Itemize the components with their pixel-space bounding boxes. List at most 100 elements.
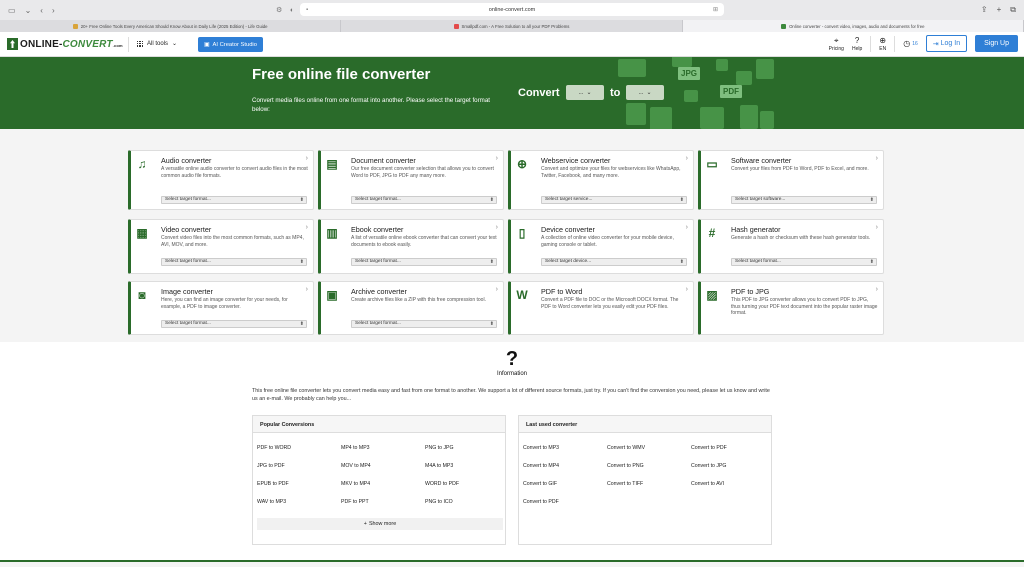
card-device-converter[interactable]: ▯ Device converter › A collection of onl… bbox=[508, 219, 694, 274]
converter-link[interactable]: Convert to PNG bbox=[607, 463, 644, 469]
conversion-link[interactable]: PNG to ICO bbox=[425, 499, 453, 505]
conversion-link[interactable]: JPG to PDF bbox=[257, 463, 285, 469]
target-format-select[interactable]: ... ⌄ bbox=[626, 85, 664, 100]
language-label: EN bbox=[879, 45, 887, 52]
browser-tab-2[interactable]: Smallpdf.com - A Free Solution to all yo… bbox=[341, 20, 683, 32]
language-selector[interactable]: ⊕ EN bbox=[879, 36, 886, 52]
shield-icon[interactable]: ◐ bbox=[290, 7, 294, 14]
share-icon[interactable]: ⇪ bbox=[981, 5, 988, 15]
convert-label: Convert bbox=[518, 87, 560, 99]
card-title: Device converter bbox=[541, 225, 595, 234]
target-format-select[interactable]: Select target format... bbox=[351, 196, 497, 204]
card-image-converter[interactable]: ◙ Image converter › Here, you can find a… bbox=[128, 281, 314, 335]
all-tools-label: All tools bbox=[147, 40, 169, 47]
converter-link[interactable]: Convert to AVI bbox=[691, 481, 724, 487]
site-logo[interactable]: ONLINE-CONVERT.com bbox=[7, 38, 123, 50]
conversion-link[interactable]: PNG to JPG bbox=[425, 445, 454, 451]
target-format-select[interactable]: Select target format... bbox=[351, 320, 497, 328]
card-ebook-converter[interactable]: ▥ Ebook converter › A list of versatile … bbox=[318, 219, 504, 274]
favicon-icon bbox=[453, 23, 459, 29]
card-software-converter[interactable]: ▭ Software converter › Convert your file… bbox=[698, 150, 884, 210]
history-button[interactable]: ◷ 16 bbox=[903, 39, 918, 48]
logo-main: ONLINE- bbox=[20, 38, 63, 50]
converter-link[interactable]: Convert to WMV bbox=[607, 445, 645, 451]
sidebar-toggle-icon[interactable]: ▭ bbox=[8, 6, 16, 15]
card-archive-converter[interactable]: ▣ Archive converter › Create archive fil… bbox=[318, 281, 504, 335]
conversion-link[interactable]: WAV to MP3 bbox=[257, 499, 286, 505]
conversion-link[interactable]: MOV to MP4 bbox=[341, 463, 371, 469]
card-description: Convert video files into the most common… bbox=[161, 235, 304, 248]
conversion-link[interactable]: M4A to MP3 bbox=[425, 463, 453, 469]
card-video-converter[interactable]: ▦ Video converter › Convert video files … bbox=[128, 219, 314, 274]
card-pdf-to-word[interactable]: W PDF to Word › Convert a PDF file to DO… bbox=[508, 281, 694, 335]
conversion-link[interactable]: EPUB to PDF bbox=[257, 481, 289, 487]
image-icon: ◙ bbox=[138, 288, 146, 302]
extensions-icon[interactable]: ⊞ bbox=[713, 6, 718, 13]
new-tab-icon[interactable]: + bbox=[997, 5, 1002, 15]
address-bar[interactable]: ▪ online-convert.com ⊞ bbox=[300, 3, 724, 16]
converter-link[interactable]: Convert to MP4 bbox=[523, 463, 559, 469]
chart-icon bbox=[756, 59, 774, 79]
logo-accent: CONVERT bbox=[62, 38, 113, 50]
card-title: PDF to JPG bbox=[731, 287, 770, 296]
card-document-converter[interactable]: ▤ Document converter › Our free document… bbox=[318, 150, 504, 210]
card-audio-converter[interactable]: ♫ Audio converter › A versatile online a… bbox=[128, 150, 314, 210]
signup-label: Sign Up bbox=[984, 40, 1009, 47]
target-format-select[interactable]: Select target format... bbox=[161, 258, 307, 266]
tab-overview-icon[interactable]: ⧉ bbox=[1010, 5, 1016, 15]
card-hash-generator[interactable]: # Hash generator › Generate a hash or ch… bbox=[698, 219, 884, 274]
conversion-link[interactable]: MKV to MP4 bbox=[341, 481, 370, 487]
chevron-down-icon[interactable]: ⌄ bbox=[25, 6, 32, 15]
conversion-link[interactable]: WORD to PDF bbox=[425, 481, 459, 487]
sign-up-button[interactable]: Sign Up bbox=[975, 35, 1018, 52]
chevron-right-icon: › bbox=[495, 224, 498, 231]
tab-title: 20+ Free Online Tools Every American Sho… bbox=[80, 23, 268, 29]
target-format-select[interactable]: Select target format... bbox=[351, 258, 497, 266]
browser-tab-1[interactable]: 20+ Free Online Tools Every American Sho… bbox=[0, 20, 342, 32]
target-software-select[interactable]: Select target software... bbox=[731, 196, 877, 204]
converter-link[interactable]: Convert to PDF bbox=[691, 445, 727, 451]
section-title: Information bbox=[496, 371, 527, 377]
chevron-right-icon: › bbox=[495, 155, 498, 162]
file-icon bbox=[700, 107, 724, 129]
envelope-icon bbox=[618, 59, 646, 77]
converter-link[interactable]: Convert to PDF bbox=[523, 499, 559, 505]
target-format-select[interactable]: Select target format... bbox=[731, 258, 877, 266]
pdf-file-icon: PDF bbox=[720, 85, 742, 98]
converter-link[interactable]: Convert to MP3 bbox=[523, 445, 559, 451]
target-format-select[interactable]: Select target format... bbox=[161, 320, 307, 328]
pricing-label: Pricing bbox=[828, 45, 844, 52]
all-tools-menu[interactable]: All tools ⌄ bbox=[137, 40, 177, 47]
tab-title: Online converter - convert video, images… bbox=[789, 23, 925, 29]
jpg-file-icon: JPG bbox=[678, 67, 701, 80]
target-device-select[interactable]: Select target device... bbox=[541, 258, 687, 266]
card-webservice-converter[interactable]: ⊕ Webservice converter › Convert and opt… bbox=[508, 150, 694, 210]
help-link[interactable]: ? Help bbox=[852, 36, 862, 52]
log-in-button[interactable]: ⇥ Log In bbox=[925, 35, 968, 52]
converter-link[interactable]: Convert to JPG bbox=[691, 463, 726, 469]
source-format-select[interactable]: ... ⌄ bbox=[566, 85, 604, 100]
card-description: Our free document converter selection th… bbox=[351, 166, 494, 179]
card-title: Software converter bbox=[731, 156, 792, 165]
last-used-converter-panel: Last used converter Convert to MP3 Conve… bbox=[518, 415, 772, 545]
back-icon[interactable]: ‹ bbox=[40, 6, 43, 15]
conversion-link[interactable]: PDF to PPT bbox=[341, 499, 369, 505]
settings-icon[interactable]: ⚙ bbox=[276, 6, 282, 14]
pricing-link[interactable]: ⌖ Pricing bbox=[829, 36, 844, 52]
show-more-button[interactable]: + Show more bbox=[257, 518, 503, 530]
grid-icon bbox=[137, 40, 143, 47]
books-icon: ▥ bbox=[326, 226, 338, 240]
target-format-select[interactable]: Select target format... bbox=[161, 196, 307, 204]
browser-tab-3[interactable]: Online converter - convert video, images… bbox=[682, 20, 1024, 32]
conversion-link[interactable]: PDF to WORD bbox=[257, 445, 291, 451]
chevron-right-icon: › bbox=[875, 155, 878, 162]
ai-creator-studio-button[interactable]: ▣ AI Creator Studio bbox=[198, 37, 263, 52]
target-service-select[interactable]: Select target service... bbox=[541, 196, 687, 204]
chevron-right-icon: › bbox=[495, 286, 498, 293]
globe-icon: ⊕ bbox=[516, 157, 528, 171]
forward-icon[interactable]: › bbox=[52, 6, 55, 15]
converter-link[interactable]: Convert to GIF bbox=[523, 481, 557, 487]
conversion-link[interactable]: MP4 to MP3 bbox=[341, 445, 370, 451]
card-pdf-to-jpg[interactable]: ▨ PDF to JPG › This PDF to JPG converter… bbox=[698, 281, 884, 335]
converter-link[interactable]: Convert to TIFF bbox=[607, 481, 643, 487]
